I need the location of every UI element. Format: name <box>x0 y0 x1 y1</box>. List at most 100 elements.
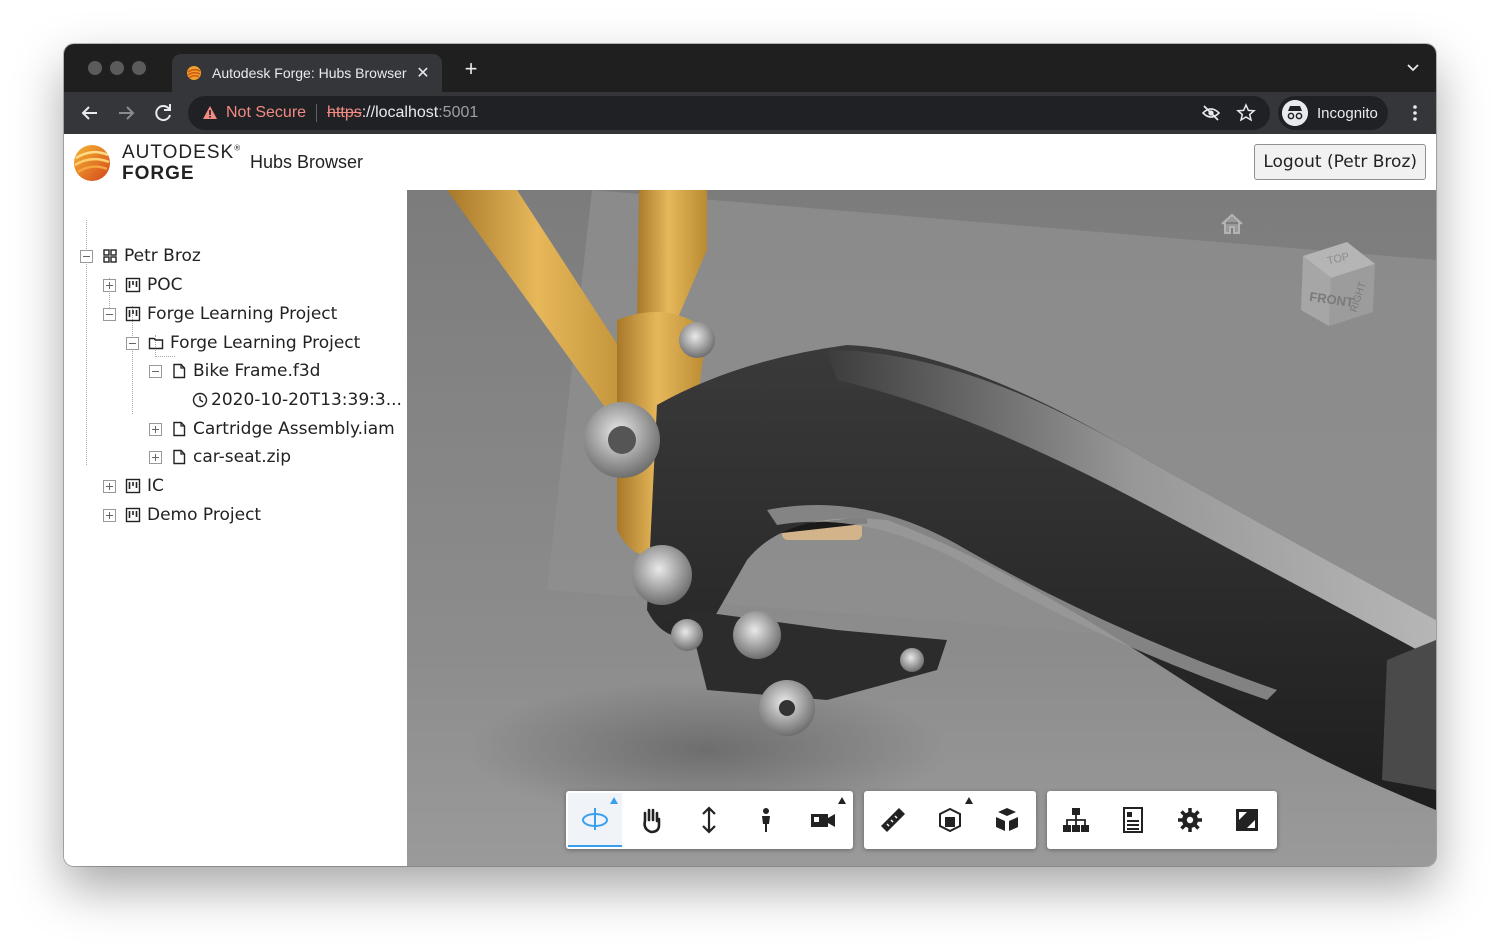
browser-toolbar: Not Secure https :// localhost :5001 Inc… <box>64 92 1436 134</box>
browser-tab[interactable]: Autodesk Forge: Hubs Browser ✕ <box>172 54 442 92</box>
expand-icon[interactable] <box>103 278 116 292</box>
tree-node-item[interactable]: Bike Frame.f3d <box>149 360 320 382</box>
viewcube[interactable]: TOP FRONT RIGHT <box>1291 234 1387 338</box>
tree-node-hub[interactable]: Petr Broz <box>80 245 201 267</box>
tree-node-label: Petr Broz <box>124 246 201 266</box>
collapse-icon[interactable] <box>103 307 116 321</box>
forge-viewer-canvas[interactable]: TOP FRONT RIGHT <box>407 190 1436 866</box>
address-divider <box>316 104 318 122</box>
tree-node-item[interactable]: car-seat.zip <box>149 446 291 468</box>
file-icon <box>173 421 186 437</box>
forge-favicon-icon <box>187 66 201 80</box>
browser-window: Autodesk Forge: Hubs Browser ✕ + Not Sec… <box>64 44 1436 866</box>
tree-node-label: Cartridge Assembly.iam <box>193 419 395 439</box>
forward-arrow-icon[interactable] <box>114 101 138 125</box>
tree-node-project[interactable]: Forge Learning Project <box>103 303 337 325</box>
reload-icon[interactable] <box>151 101 175 125</box>
zoom-tool-button[interactable] <box>682 793 736 847</box>
collapse-icon[interactable] <box>126 336 139 350</box>
expand-icon[interactable] <box>103 479 116 493</box>
gear-icon <box>1178 808 1202 832</box>
url-port: :5001 <box>438 104 479 121</box>
section-box-icon <box>939 807 961 833</box>
warning-icon <box>203 106 217 119</box>
collapse-icon[interactable] <box>149 364 162 378</box>
tree-node-item[interactable]: Cartridge Assembly.iam <box>149 418 395 440</box>
explode-tool-button[interactable] <box>980 793 1034 847</box>
profile-button[interactable]: Incognito <box>1278 96 1388 130</box>
home-icon[interactable] <box>1219 212 1245 236</box>
security-status[interactable]: Not Secure <box>226 104 306 122</box>
tree-node-label: Demo Project <box>147 505 262 525</box>
zoom-window-button[interactable] <box>132 61 146 75</box>
eye-slash-icon[interactable] <box>1202 104 1220 122</box>
expand-icon[interactable] <box>103 508 116 522</box>
collapse-icon[interactable] <box>80 249 93 263</box>
tree-node-label: Forge Learning Project <box>147 304 338 324</box>
minimize-window-button[interactable] <box>110 61 124 75</box>
logout-button[interactable]: Logout (Petr Broz) <box>1254 144 1426 180</box>
orbit-icon <box>582 808 608 830</box>
project-icon <box>125 507 141 523</box>
tree-node-label: IC <box>147 476 164 496</box>
tree-node-project[interactable]: Demo Project <box>103 504 261 526</box>
profile-label: Incognito <box>1317 104 1378 122</box>
hierarchy-icon <box>1063 808 1089 832</box>
model-browser-tool-button[interactable] <box>1049 793 1103 847</box>
hubs-tree: Petr Broz POC Forge Learning Project For… <box>64 190 407 866</box>
tree-guide-line <box>155 356 175 357</box>
new-tab-button[interactable]: + <box>460 58 482 80</box>
expand-icon[interactable] <box>149 422 162 436</box>
properties-tool-button[interactable] <box>1106 793 1160 847</box>
project-icon <box>125 478 141 494</box>
fullscreen-tool-button[interactable] <box>1220 793 1274 847</box>
modeling-toolbar <box>864 791 1036 849</box>
back-arrow-icon[interactable] <box>78 101 102 125</box>
person-icon <box>762 808 770 832</box>
tree-node-project[interactable]: POC <box>103 274 183 296</box>
tab-close-icon[interactable]: ✕ <box>414 63 432 83</box>
first-person-tool-button[interactable] <box>739 793 793 847</box>
incognito-icon <box>1282 100 1308 126</box>
tree-node-version[interactable]: 2020-10-20T13:39:3... <box>192 389 402 411</box>
file-icon <box>173 363 186 379</box>
star-icon[interactable] <box>1236 103 1256 123</box>
tree-node-project[interactable]: IC <box>103 475 164 497</box>
folder-icon <box>148 337 164 350</box>
bike-frame-model[interactable] <box>407 190 1436 866</box>
tab-strip: Autodesk Forge: Hubs Browser ✕ + <box>64 44 1436 92</box>
camera-tool-button[interactable] <box>796 793 850 847</box>
explode-cube-icon <box>996 808 1018 831</box>
file-icon <box>173 449 186 465</box>
brand-autodesk: AUTODESK® <box>122 142 241 164</box>
kebab-menu-icon[interactable] <box>1408 104 1422 122</box>
tree-node-folder[interactable]: Forge Learning Project <box>126 332 360 354</box>
navigation-toolbar <box>566 791 853 849</box>
tree-node-label: Forge Learning Project <box>170 333 361 353</box>
close-window-button[interactable] <box>88 61 102 75</box>
settings-tool-button[interactable] <box>1163 793 1217 847</box>
page-title: Hubs Browser <box>250 152 364 172</box>
registered-mark: ® <box>234 143 242 153</box>
tree-node-label: 2020-10-20T13:39:3... <box>211 390 402 410</box>
section-tool-button[interactable] <box>923 793 977 847</box>
chevron-down-icon[interactable] <box>1406 62 1420 74</box>
screen: Autodesk Forge: Hubs Browser ✕ + Not Sec… <box>0 0 1500 951</box>
tree-node-label: POC <box>147 275 183 295</box>
url-scheme: https <box>327 104 362 121</box>
expand-icon[interactable] <box>149 450 162 464</box>
fullscreen-icon <box>1236 809 1258 831</box>
measure-tool-button[interactable] <box>866 793 920 847</box>
pan-tool-button[interactable] <box>625 793 679 847</box>
url-host: localhost <box>375 104 439 121</box>
address-bar[interactable]: Not Secure https :// localhost :5001 <box>188 96 1270 130</box>
pan-hand-icon <box>643 808 661 834</box>
submenu-indicator <box>965 797 973 804</box>
video-camera-icon <box>811 814 835 827</box>
clock-icon <box>192 392 208 408</box>
properties-icon <box>1123 807 1143 833</box>
project-icon <box>125 306 141 322</box>
orbit-tool-button[interactable] <box>568 793 622 847</box>
brand-autodesk-text: AUTODESK <box>122 142 235 163</box>
brand-forge: FORGE <box>122 163 195 184</box>
